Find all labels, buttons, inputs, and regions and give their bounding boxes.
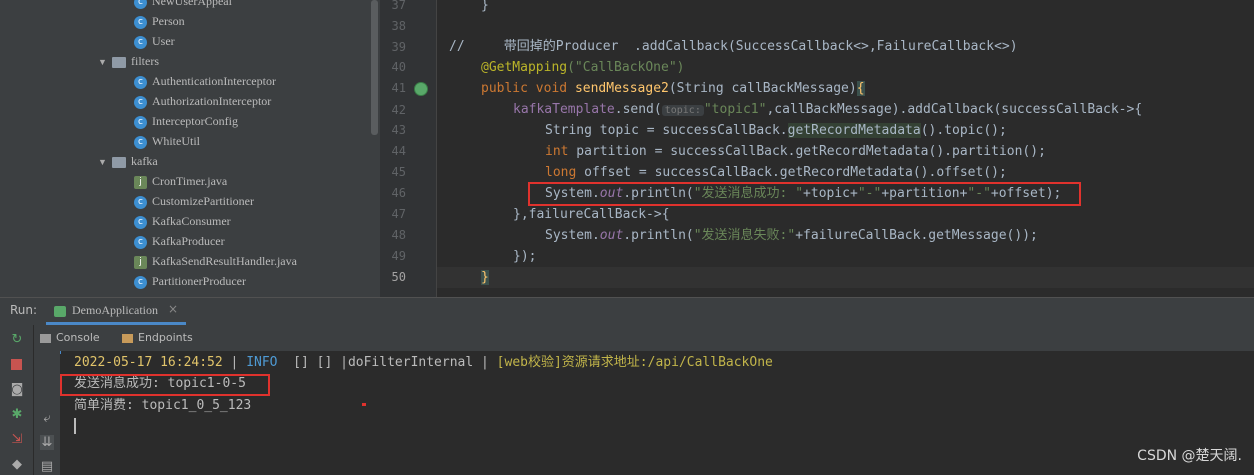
scroll-to-end-icon[interactable]: ⇊ [40,435,54,450]
tree-item-customizepartitioner[interactable]: c CustomizePartitioner [134,191,254,211]
line-number: 46 [391,186,406,200]
tree-item-kafkasendresulthandler[interactable]: j KafkaSendResultHandler.java [134,251,297,271]
rerun-icon[interactable]: ↻ [10,333,24,347]
tree-item-whiteutil[interactable]: c WhiteUtil [134,131,200,151]
code-line-50: } [481,270,489,285]
tree-item-interceptorconfig[interactable]: c InterceptorConfig [134,111,238,131]
camera-icon[interactable]: ◙ [10,383,24,397]
console-line-consume: 简单消费: topic1_0_5_123 [74,398,252,413]
chevron-down-icon[interactable]: ▼ [98,52,112,72]
soft-wrap-icon[interactable]: ⤶ [40,411,54,426]
code-line-49: }); [513,249,537,264]
line-number: 47 [391,207,406,221]
exit-icon[interactable]: ⇲ [10,433,24,447]
text-caret [74,418,76,434]
line-number: 49 [391,249,406,263]
tree-item-kafkaconsumer[interactable]: c KafkaConsumer [134,211,231,231]
class-icon: c [134,135,147,149]
java-file-icon: j [134,175,147,189]
settings-icon[interactable]: ◆ [10,458,24,472]
run-toolbar: ↻ ◙ ✱ ⇲ ◆ [0,325,34,475]
parameter-hint: topic: [661,105,704,116]
line-number: 39 [391,40,406,54]
class-icon: c [134,115,147,129]
tree-folder-kafka[interactable]: ▼ kafka [98,151,158,171]
console-line-log: 2022-05-17 16:24:52 | INFO [] [] |doFilt… [74,355,773,370]
spring-boot-icon [54,306,66,317]
line-number: 37 [391,0,406,12]
line-number: 38 [391,19,406,33]
tree-item-authorizationinterceptor[interactable]: c AuthorizationInterceptor [134,91,271,111]
class-icon: c [134,95,147,109]
tree-scrollbar[interactable] [371,0,378,135]
line-number: 42 [391,103,406,117]
code-line-42: kafkaTemplate.send(topic: "topic1",callBa… [513,102,1143,117]
code-line-47: },failureCallBack->{ [513,207,670,222]
endpoints-icon [122,333,133,343]
line-number: 45 [391,165,406,179]
folder-icon [112,56,126,68]
project-tree: c NewUserAppeal c Person c User ▼ filters cA… [0,0,380,297]
line-number: 41 [391,81,406,95]
line-number-current: 50 [391,270,406,284]
class-icon: c [134,0,147,9]
run-gutter-icon[interactable] [414,82,428,96]
class-icon: c [134,75,147,89]
line-number: 43 [391,123,406,137]
code-line-37: } [481,0,489,13]
code-editor[interactable]: } // 带回掉的Producer .addCallback(SuccessCa… [437,0,1254,297]
class-icon: c [134,35,147,49]
tree-item-kafkaproducer[interactable]: c KafkaProducer [134,231,225,251]
run-subtabs: Console Endpoints [34,325,1254,354]
debug-icon[interactable]: ✱ [10,408,24,422]
line-number: 40 [391,60,406,74]
tree-item-authenticationinterceptor[interactable]: c AuthenticationInterceptor [134,71,276,91]
console-output[interactable]: 2022-05-17 16:24:52 | INFO [] [] |doFilt… [61,351,1254,475]
code-line-48: System.out.println("发送消息失败:"+failureCall… [545,228,1038,243]
print-icon[interactable]: ▤ [40,459,54,474]
tree-item-newuserappeal[interactable]: c NewUserAppeal [134,0,232,11]
console-icon [40,333,51,343]
code-line-39-comment: // 带回掉的Producer .addCallback(SuccessCall… [449,39,1018,54]
class-icon: c [134,275,147,289]
code-line-43: String topic = successCallBack.getRecord… [545,123,1007,138]
tree-folder-filters[interactable]: ▼ filters [98,51,159,71]
line-number: 44 [391,144,406,158]
tree-item-user[interactable]: c User [134,31,175,51]
tab-endpoints[interactable]: Endpoints [122,331,193,344]
line-number: 48 [391,228,406,242]
run-tab-demoapplication[interactable]: DemoApplication × [46,298,186,325]
run-label: Run: [10,303,38,317]
class-icon: c [134,15,147,29]
class-icon: c [134,215,147,229]
java-file-icon: j [134,255,147,269]
code-line-45: long offset = successCallBack.getRecordM… [545,165,1007,180]
folder-icon [112,156,126,168]
current-line-highlight [437,267,1254,288]
watermark: CSDN @楚天阔. [1137,448,1242,464]
code-line-44: int partition = successCallBack.getRecor… [545,144,1046,159]
chevron-down-icon[interactable]: ▼ [98,152,112,172]
code-line-41: public void sendMessage2(String callBack… [481,81,865,96]
class-icon: c [134,195,147,209]
line-number-gutter: 37 38 39 40 41 43 42 44 45 46 47 48 49 5… [380,0,437,297]
close-icon[interactable]: × [168,302,178,316]
console-toolbar: ⤶ ⇊ ▤ [34,351,60,475]
red-mark [362,403,366,406]
highlight-box-console [60,374,270,396]
highlight-box-code [528,182,1081,206]
stop-icon[interactable] [10,358,24,372]
code-line-40: @GetMapping("CallBackOne") [481,60,685,75]
run-tool-window-header: Run: DemoApplication × [0,297,1254,326]
tree-item-crontimer[interactable]: j CronTimer.java [134,171,227,191]
tree-item-partitionerproducer[interactable]: c PartitionerProducer [134,271,246,291]
class-icon: c [134,235,147,249]
tree-item-person[interactable]: c Person [134,11,185,31]
